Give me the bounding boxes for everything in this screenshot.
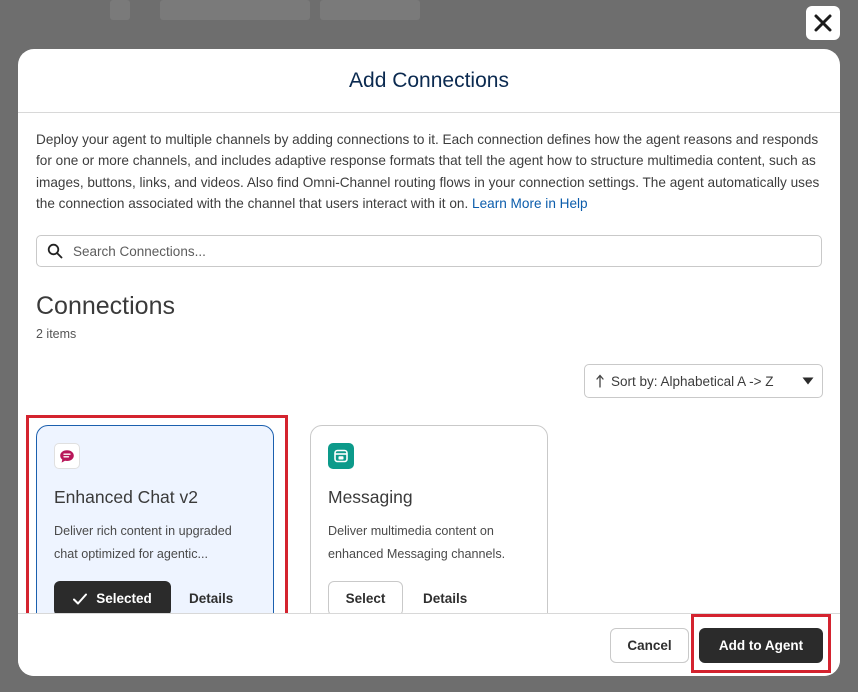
add-to-agent-button[interactable]: Add to Agent bbox=[699, 628, 823, 663]
card-title: Messaging bbox=[328, 487, 413, 507]
search-icon bbox=[47, 243, 63, 259]
sort-dropdown[interactable]: Sort by: Alphabetical A -> Z bbox=[584, 364, 823, 398]
connection-card-messaging[interactable]: Messaging Deliver multimedia content on … bbox=[310, 425, 548, 634]
connections-count: 2 items bbox=[36, 327, 77, 341]
dialog-header: Add Connections bbox=[18, 49, 840, 113]
chevron-down-icon bbox=[802, 377, 814, 385]
selected-label: Selected bbox=[96, 591, 152, 606]
dialog-description: Deploy your agent to multiple channels b… bbox=[36, 129, 826, 214]
search-input[interactable] bbox=[71, 242, 775, 260]
dialog-title: Add Connections bbox=[349, 69, 509, 92]
details-button[interactable]: Details bbox=[189, 591, 233, 606]
description-text: Deploy your agent to multiple channels b… bbox=[36, 132, 820, 211]
selected-button[interactable]: Selected bbox=[54, 581, 171, 616]
background-shape bbox=[110, 0, 130, 20]
connection-card-enhanced-chat[interactable]: Enhanced Chat v2 Deliver rich content in… bbox=[36, 425, 274, 634]
close-icon bbox=[814, 14, 832, 32]
background-shape bbox=[320, 0, 420, 20]
card-description: Deliver multimedia content on enhanced M… bbox=[328, 524, 506, 561]
learn-more-link[interactable]: Learn More in Help bbox=[472, 196, 588, 211]
card-description: Deliver rich content in upgraded chat op… bbox=[54, 524, 232, 561]
dialog-body: Deploy your agent to multiple channels b… bbox=[18, 113, 840, 643]
details-button[interactable]: Details bbox=[423, 591, 467, 606]
search-box bbox=[36, 235, 822, 267]
arrow-up-icon bbox=[596, 374, 604, 388]
sort-label: Sort by: Alphabetical A -> Z bbox=[611, 373, 774, 389]
checkmark-icon bbox=[73, 593, 88, 604]
add-connections-dialog: Add Connections Deploy your agent to mul… bbox=[18, 49, 840, 676]
background-shape bbox=[160, 0, 310, 20]
dialog-footer: Cancel Add to Agent bbox=[18, 613, 840, 676]
background-page bbox=[0, 0, 858, 40]
cancel-button[interactable]: Cancel bbox=[610, 628, 689, 663]
select-button[interactable]: Select bbox=[328, 581, 403, 616]
close-button[interactable] bbox=[806, 6, 840, 40]
card-title: Enhanced Chat v2 bbox=[54, 487, 198, 507]
messaging-icon bbox=[328, 443, 354, 469]
chat-bubble-icon bbox=[54, 443, 80, 469]
connections-heading: Connections bbox=[36, 292, 175, 320]
